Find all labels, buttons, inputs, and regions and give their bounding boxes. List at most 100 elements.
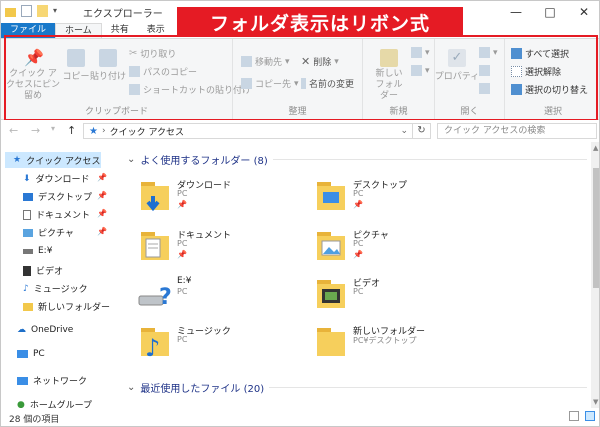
address-box[interactable]: ★ › クイック アクセス ⌄ — [83, 123, 413, 139]
pinned-icon: 📌 — [353, 250, 363, 259]
folder-tile-new-folder[interactable]: 新しいフォルダー PC¥デスクトップ — [313, 322, 483, 366]
move-to-button[interactable]: 移動先 ▾ — [241, 55, 290, 68]
up-button[interactable]: ↑ — [67, 124, 76, 137]
nav-pc[interactable]: PC — [17, 349, 45, 359]
dropdown-icon: ▾ — [493, 47, 498, 58]
ribbon: 📌 クイック アクセスにピン留め コピー 貼り付け ✂ 切り取り パスのコピー — [1, 38, 599, 121]
folder-tile-music[interactable]: ♪ ミュージック PC — [137, 322, 307, 366]
quick-access-toolbar: ▾ — [5, 5, 61, 17]
nav-quick-access[interactable]: ★ クイック アクセス — [5, 152, 101, 168]
tab-view[interactable]: 表示 — [138, 23, 174, 38]
nav-network[interactable]: ネットワーク — [17, 374, 87, 387]
nav-onedrive[interactable]: ☁ OneDrive — [17, 325, 73, 335]
pin-quick-access-button[interactable]: 📌 クイック アクセスにピン留め — [5, 49, 61, 102]
chevron-down-icon: ⌄ — [127, 154, 136, 165]
folder-tile-videos[interactable]: ビデオ PC — [313, 274, 483, 318]
pinned-icon: 📌 — [97, 191, 107, 200]
select-none-button[interactable]: 選択解除 — [511, 65, 561, 78]
pinned-icon: 📌 — [177, 250, 187, 259]
dropdown-icon: ▾ — [285, 56, 290, 67]
refresh-button[interactable]: ↻ — [413, 123, 431, 139]
paste-shortcut-icon — [129, 84, 140, 95]
tab-home[interactable]: ホーム — [55, 23, 102, 38]
new-item-icon — [411, 47, 422, 58]
desktop-folder-icon — [317, 182, 345, 210]
details-view-icon[interactable] — [569, 411, 579, 421]
dropdown-icon: ▾ — [294, 78, 299, 89]
search-box[interactable]: クイック アクセスの検索 — [437, 123, 597, 139]
copy-button[interactable]: コピー — [63, 49, 90, 82]
vertical-scrollbar[interactable]: ▲ ▼ — [591, 142, 599, 408]
new-folder-button[interactable]: 新しいフォルダー — [371, 49, 407, 102]
window-title: エクスプローラー — [83, 9, 163, 20]
rename-icon — [301, 78, 306, 89]
cut-button[interactable]: ✂ 切り取り — [129, 47, 176, 60]
content-pane: ⌄ よく使用するフォルダー (8) ダウンロード PC 📌 デスクトップ PC … — [121, 142, 591, 408]
desktop-icon — [23, 192, 33, 201]
rename-button[interactable]: 名前の変更 — [301, 77, 354, 90]
pinned-icon: 📌 — [97, 227, 107, 236]
back-button[interactable]: ← — [9, 124, 18, 137]
folder-icon — [317, 328, 345, 356]
scroll-up-icon[interactable]: ▲ — [593, 144, 598, 152]
address-dropdown-icon[interactable]: ⌄ — [400, 126, 408, 136]
close-button[interactable]: ✕ — [567, 1, 599, 23]
nav-item-new-folder[interactable]: 新しいフォルダー — [23, 300, 113, 313]
music-note-icon: ♪ — [23, 283, 29, 294]
tab-share[interactable]: 共有 — [102, 23, 138, 38]
dropdown-icon: ▾ — [425, 65, 430, 76]
document-icon — [23, 209, 31, 220]
frequent-folders-header[interactable]: ⌄ よく使用するフォルダー (8) — [127, 152, 587, 167]
edit-button[interactable] — [479, 65, 490, 76]
recent-files-header[interactable]: ⌄ 最近使用したファイル (20) — [127, 380, 587, 395]
tab-file[interactable]: ファイル — [1, 23, 56, 38]
scroll-thumb[interactable] — [593, 168, 599, 288]
folder-icon — [23, 302, 33, 311]
pinned-icon: 📌 — [353, 200, 363, 209]
maximize-button[interactable]: □ — [533, 1, 567, 23]
recent-locations-button[interactable]: ▾ — [51, 124, 55, 133]
clipboard-icon — [99, 49, 117, 67]
new-folder-icon[interactable] — [37, 5, 48, 17]
easy-access-button[interactable]: ▾ — [411, 65, 430, 76]
history-button[interactable] — [479, 83, 490, 94]
open-group: ✓ プロパティ ▾ 開く — [435, 39, 505, 121]
properties-icon[interactable] — [21, 5, 32, 17]
folder-tile-downloads[interactable]: ダウンロード PC 📌 — [137, 176, 307, 220]
select-all-button[interactable]: すべて選択 — [511, 47, 569, 60]
copy-to-button[interactable]: コピー先 ▾ — [241, 77, 299, 90]
organize-group-label: 整理 — [288, 107, 307, 117]
scroll-down-icon[interactable]: ▼ — [593, 398, 598, 406]
chevron-right-icon: › — [101, 126, 106, 136]
large-icons-view-icon[interactable] — [585, 411, 595, 421]
section-divider — [272, 159, 587, 160]
folder-tile-drive-e[interactable]: ? E:¥ PC — [137, 274, 307, 318]
nav-item-videos[interactable]: ビデオ — [23, 264, 113, 277]
dropdown-icon: ▾ — [334, 56, 339, 67]
folder-tile-desktop[interactable]: デスクトップ PC 📌 — [313, 176, 483, 220]
folder-tile-documents[interactable]: ドキュメント PC 📌 — [137, 226, 307, 270]
copy-path-button[interactable]: パスのコピー — [129, 65, 197, 78]
delete-button[interactable]: ✕ 削除 ▾ — [301, 55, 339, 68]
drive-icon — [23, 248, 33, 254]
minimize-button[interactable]: — — [499, 1, 533, 23]
nav-item-drive-e[interactable]: E:¥ — [23, 246, 113, 256]
section-divider — [269, 387, 587, 388]
select-all-icon — [511, 48, 522, 59]
folder-tile-pictures[interactable]: ピクチャ PC 📌 — [313, 226, 483, 270]
pin-icon: 📌 — [24, 48, 44, 67]
nav-item-music[interactable]: ♪ ミュージック — [23, 282, 113, 296]
svg-text:?: ? — [159, 285, 172, 310]
customize-toolbar-icon[interactable]: ▾ — [53, 5, 61, 17]
new-item-button[interactable]: ▾ — [411, 47, 430, 58]
invert-selection-button[interactable]: 選択の切り替え — [511, 83, 588, 96]
navigation-pane: ★ クイック アクセス ⬇ ダウンロード 📌 デスクトップ 📌 ドキュメント 📌 … — [1, 142, 119, 411]
properties-button[interactable]: ✓ プロパティ — [435, 49, 479, 82]
folder-icon[interactable] — [5, 7, 16, 17]
open-button[interactable]: ▾ — [479, 47, 498, 58]
easy-access-icon — [411, 65, 422, 76]
paste-button[interactable]: 貼り付け — [90, 49, 126, 82]
documents-folder-icon — [141, 232, 169, 260]
item-count: 28 個の項目 — [9, 415, 60, 425]
forward-button[interactable]: → — [31, 124, 40, 137]
